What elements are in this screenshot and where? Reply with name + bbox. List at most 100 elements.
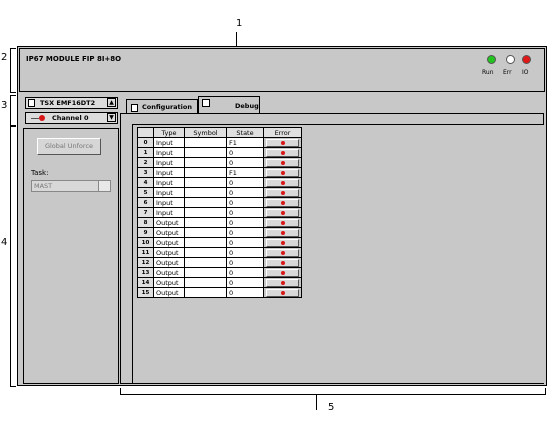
task-value: MAST <box>34 182 53 190</box>
row-state: F1 <box>226 167 264 178</box>
row-index: 6 <box>137 197 154 208</box>
error-button[interactable] <box>266 208 299 217</box>
table-row[interactable]: 7 Input 0 <box>137 207 302 218</box>
row-state: 0 <box>226 257 264 268</box>
row-error <box>263 267 302 278</box>
row-index: 2 <box>137 157 154 168</box>
error-led-icon <box>280 200 285 205</box>
error-button[interactable] <box>266 158 299 167</box>
row-type: Input <box>153 177 185 188</box>
error-led-icon <box>280 140 285 145</box>
callout-4-bracket <box>10 126 11 386</box>
error-button[interactable] <box>266 258 299 267</box>
row-error <box>263 197 302 208</box>
row-type: Input <box>153 147 185 158</box>
error-button[interactable] <box>266 198 299 207</box>
row-type: Output <box>153 237 185 248</box>
global-unforce-button[interactable]: Global Unforce <box>37 138 101 155</box>
row-index: 12 <box>137 257 154 268</box>
error-led-icon <box>280 240 285 245</box>
row-symbol <box>184 277 227 288</box>
row-symbol <box>184 287 227 298</box>
row-symbol <box>184 207 227 218</box>
left-panel: Global Unforce Task: MAST <box>23 128 119 384</box>
row-error <box>263 187 302 198</box>
row-state: 0 <box>226 157 264 168</box>
error-button[interactable] <box>266 278 299 287</box>
rack-selector: TSX EMF16DT2 ▲ Channel 0 ▼ <box>19 95 119 126</box>
run-led-label: Run <box>482 69 494 76</box>
table-header-state: State <box>226 127 264 138</box>
row-type: Input <box>153 197 185 208</box>
table-row[interactable]: 2 Input 0 <box>137 157 302 168</box>
error-button[interactable] <box>266 218 299 227</box>
error-button[interactable] <box>266 178 299 187</box>
table-row[interactable]: 15 Output 0 <box>137 287 302 298</box>
error-button[interactable] <box>266 168 299 177</box>
error-button[interactable] <box>266 228 299 237</box>
callout-5-stem <box>316 394 317 410</box>
row-error <box>263 177 302 188</box>
error-led-icon <box>280 220 285 225</box>
error-button[interactable] <box>266 238 299 247</box>
callout-5: 5 <box>328 402 335 413</box>
channel-dropdown-button[interactable]: ▼ <box>107 113 116 122</box>
io-led-label: IO <box>522 69 529 76</box>
table-row[interactable]: 4 Input 0 <box>137 177 302 188</box>
row-state: 0 <box>226 287 264 298</box>
row-error <box>263 217 302 228</box>
row-symbol <box>184 247 227 258</box>
error-button[interactable] <box>266 288 299 297</box>
row-index: 3 <box>137 167 154 178</box>
error-button[interactable] <box>266 268 299 277</box>
table-row[interactable]: 10 Output 0 <box>137 237 302 248</box>
run-led-icon <box>487 55 496 64</box>
table-row[interactable]: 8 Output 0 <box>137 217 302 228</box>
error-button[interactable] <box>266 188 299 197</box>
row-type: Output <box>153 267 185 278</box>
module-collapse-button[interactable]: ▲ <box>107 98 116 107</box>
error-button[interactable] <box>266 138 299 147</box>
row-type: Output <box>153 287 185 298</box>
row-symbol <box>184 237 227 248</box>
row-type: Output <box>153 257 185 268</box>
callout-1: 1 <box>236 18 243 29</box>
task-select[interactable]: MAST <box>31 180 111 192</box>
table-row[interactable]: 9 Output 0 <box>137 227 302 238</box>
task-dropdown-icon[interactable] <box>98 181 110 191</box>
row-index: 5 <box>137 187 154 198</box>
error-button[interactable] <box>266 248 299 257</box>
row-state: 0 <box>226 237 264 248</box>
io-led-icon <box>522 55 531 64</box>
table-row[interactable]: 5 Input 0 <box>137 187 302 198</box>
table-row[interactable]: 11 Output 0 <box>137 247 302 258</box>
row-state: 0 <box>226 217 264 228</box>
row-type: Input <box>153 207 185 218</box>
table-row[interactable]: 12 Output 0 <box>137 257 302 268</box>
tab-configuration[interactable]: Configuration <box>126 99 198 113</box>
callout-3: 3 <box>1 100 8 111</box>
error-led-icon <box>280 290 285 295</box>
callout-5-bracket-right <box>545 388 546 395</box>
table-row[interactable]: 1 Input 0 <box>137 147 302 158</box>
error-button[interactable] <box>266 148 299 157</box>
error-led-icon <box>280 150 285 155</box>
callout-2: 2 <box>1 52 8 63</box>
row-error <box>263 227 302 238</box>
row-symbol <box>184 157 227 168</box>
table-row[interactable]: 3 Input F1 <box>137 167 302 178</box>
callout-4-bracket-top <box>10 126 16 127</box>
channel-row[interactable]: Channel 0 ▼ <box>25 112 118 124</box>
table-row[interactable]: 14 Output 0 <box>137 277 302 288</box>
task-label: Task: <box>31 169 49 177</box>
table-row[interactable]: 0 Input F1 <box>137 137 302 148</box>
table-row[interactable]: 6 Input 0 <box>137 197 302 208</box>
row-error <box>263 137 302 148</box>
row-index: 11 <box>137 247 154 258</box>
error-led-icon <box>280 280 285 285</box>
row-error <box>263 257 302 268</box>
tab-debug[interactable]: Debug <box>198 96 260 114</box>
table-header-row: Type Symbol State Error <box>137 127 302 138</box>
module-row[interactable]: TSX EMF16DT2 ▲ <box>25 97 118 109</box>
table-row[interactable]: 13 Output 0 <box>137 267 302 278</box>
